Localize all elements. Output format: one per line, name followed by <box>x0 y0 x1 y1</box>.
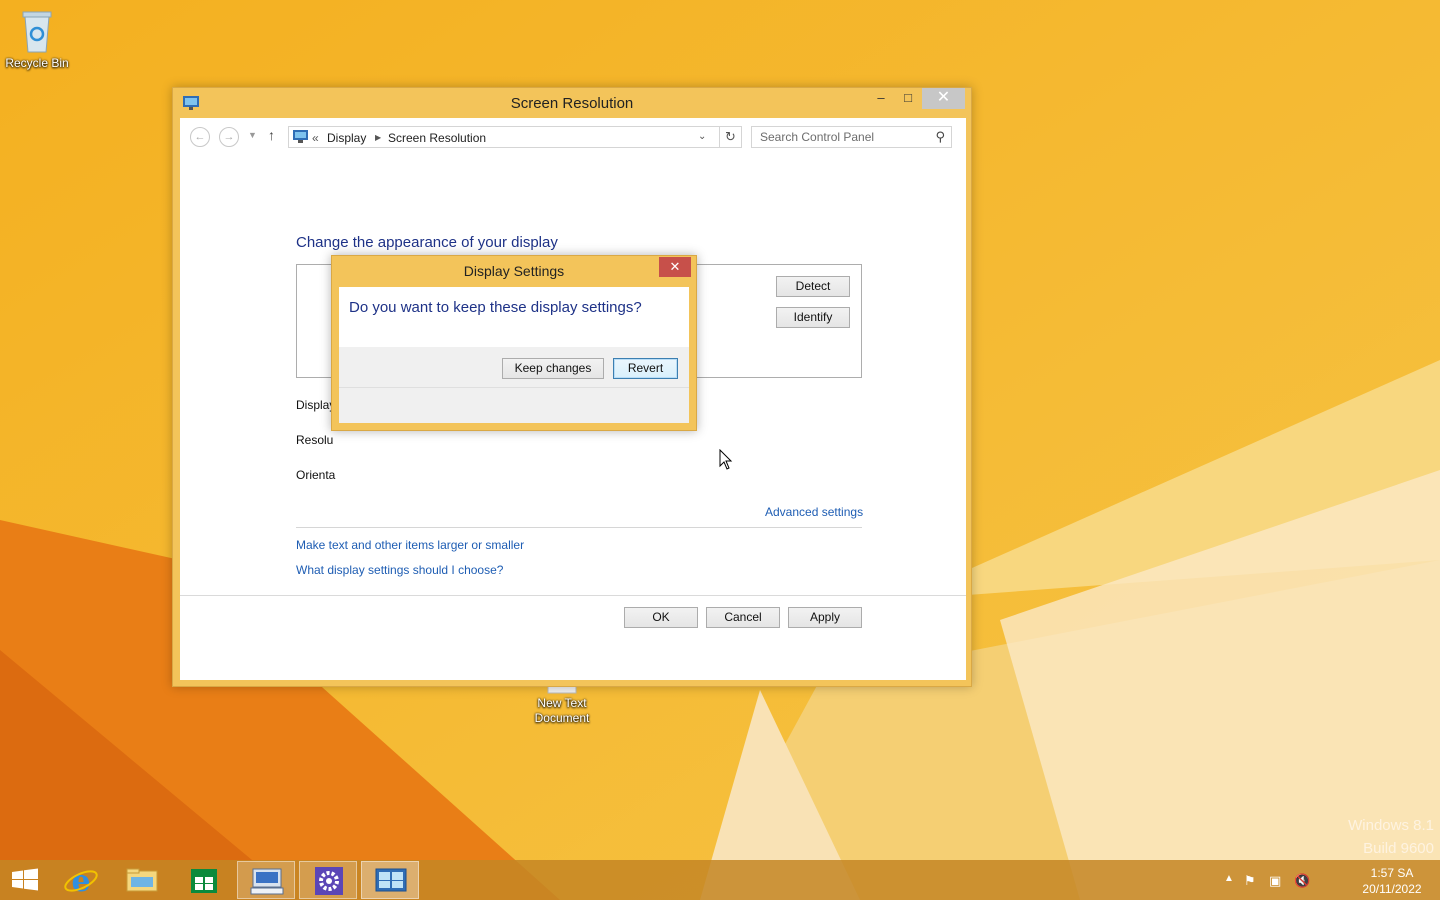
network-disconnected-icon[interactable]: ▣ <box>1269 873 1281 889</box>
mouse-cursor-icon <box>719 449 733 470</box>
refresh-button[interactable]: ↻ <box>720 126 742 148</box>
file-explorer-icon <box>126 868 158 892</box>
os-build-watermark: Build 9600 <box>1363 840 1434 857</box>
resolution-label: Resolu <box>296 433 334 447</box>
text-size-link[interactable]: Make text and other items larger or smal… <box>296 538 524 552</box>
advanced-settings-link[interactable]: Advanced settings <box>765 505 863 519</box>
page-heading: Change the appearance of your display <box>296 234 558 251</box>
maximize-button[interactable]: □ <box>894 88 922 109</box>
taskbar-settings[interactable] <box>299 861 357 899</box>
search-box[interactable]: ⚲ <box>751 126 952 148</box>
search-icon[interactable]: ⚲ <box>935 129 945 145</box>
search-input[interactable] <box>760 130 920 144</box>
dialog-close-button[interactable]: ✕ <box>659 257 691 277</box>
show-hidden-icons-chevron-icon[interactable]: ▲ <box>1224 873 1234 884</box>
address-dropdown-icon[interactable]: ⌄ <box>698 131 706 142</box>
taskbar-store[interactable] <box>175 861 233 899</box>
back-button[interactable]: ← <box>190 127 210 147</box>
keep-changes-button[interactable]: Keep changes <box>502 358 604 379</box>
minimize-button[interactable]: – <box>867 88 895 109</box>
clock-date: 20/11/2022 <box>1362 882 1422 896</box>
taskbar: e ▲ ⚑ ▣ 🔇 1:57 SA 20/11/2022 <box>0 860 1440 900</box>
keyboard-computer-icon <box>250 868 284 895</box>
identify-button[interactable]: Identify <box>776 307 850 328</box>
taskbar-screen-resolution[interactable] <box>361 861 419 899</box>
store-icon <box>191 869 217 893</box>
display-settings-icon <box>375 868 407 892</box>
gear-icon <box>315 867 343 895</box>
orientation-label: Orienta <box>296 468 336 482</box>
breadcrumb-overflow[interactable]: « <box>312 131 319 145</box>
breadcrumb-screen-resolution[interactable]: Screen Resolution <box>388 131 486 145</box>
window-titlebar[interactable]: Screen Resolution – □ ✕ <box>173 88 971 118</box>
forward-button[interactable]: → <box>219 127 239 147</box>
taskbar-file-explorer[interactable] <box>113 861 171 899</box>
divider <box>296 527 862 528</box>
apply-button[interactable]: Apply <box>788 607 862 628</box>
ok-button[interactable]: OK <box>624 607 698 628</box>
display-settings-dialog: Display Settings ✕ Do you want to keep t… <box>331 255 697 431</box>
dialog-message-area: Do you want to keep these display settin… <box>339 287 689 347</box>
taskbar-internet-explorer[interactable]: e <box>52 861 110 899</box>
recycle-bin-desktop-icon[interactable]: Recycle Bin <box>0 8 77 71</box>
desktop-icon-label: Recycle Bin <box>5 56 69 70</box>
window-title: Screen Resolution <box>510 95 634 112</box>
dialog-divider <box>339 387 689 388</box>
display-help-link[interactable]: What display settings should I choose? <box>296 563 503 577</box>
recent-pages-dropdown[interactable]: ▼ <box>248 130 257 140</box>
os-edition-watermark: Windows 8.1 <box>1348 817 1434 834</box>
detect-button[interactable]: Detect <box>776 276 850 297</box>
volume-muted-icon[interactable]: 🔇 <box>1294 873 1310 889</box>
internet-explorer-icon: e <box>64 864 98 899</box>
svg-text:e: e <box>71 864 90 899</box>
breadcrumb-display[interactable]: Display <box>327 131 366 145</box>
dialog-title: Display Settings <box>463 263 565 279</box>
taskbar-clock[interactable]: 1:57 SA 20/11/2022 <box>1352 865 1432 897</box>
windows-logo-icon <box>12 868 38 891</box>
start-button[interactable] <box>0 861 58 899</box>
display-label: Display <box>296 398 336 412</box>
cancel-button[interactable]: Cancel <box>706 607 780 628</box>
clock-time: 1:57 SA <box>1370 866 1414 880</box>
revert-button[interactable]: Revert <box>613 358 678 379</box>
close-button[interactable]: ✕ <box>922 88 965 109</box>
recycle-bin-icon <box>22 11 52 53</box>
control-panel-icon <box>293 130 308 143</box>
up-button[interactable]: ↑ <box>268 127 275 143</box>
navigation-bar: ← → ▼ ↑ « Display ▶ Screen Resolution ⌄ … <box>180 118 966 158</box>
dialog-body: Do you want to keep these display settin… <box>339 287 689 423</box>
footer-divider <box>180 595 966 596</box>
address-bar[interactable]: « Display ▶ Screen Resolution ⌄ <box>288 126 720 148</box>
action-center-flag-icon[interactable]: ⚑ <box>1244 873 1256 889</box>
new-text-document-desktop-icon[interactable]: New Text Document <box>522 684 602 726</box>
dialog-message: Do you want to keep these display settin… <box>349 299 642 316</box>
desktop-icon-label: New Text Document <box>534 696 590 725</box>
breadcrumb-separator-icon: ▶ <box>375 133 382 142</box>
taskbar-remote-app[interactable] <box>237 861 295 899</box>
